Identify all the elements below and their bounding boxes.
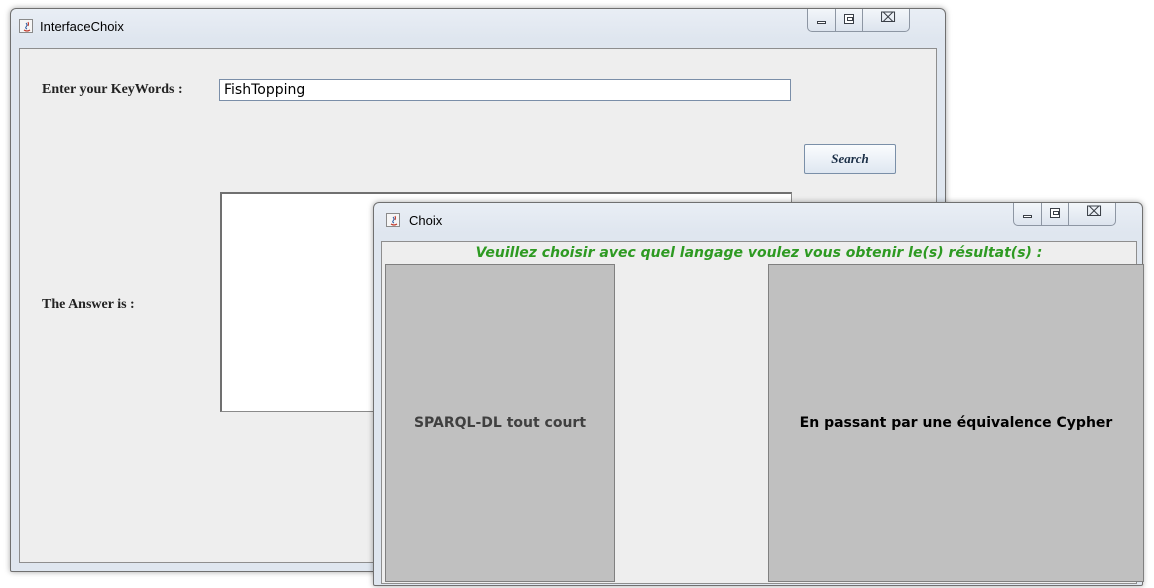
close-button[interactable]: ⌧ — [1069, 203, 1115, 225]
answer-label: The Answer is : — [42, 297, 135, 312]
minimize-icon — [817, 21, 826, 24]
close-button[interactable]: ⌧ — [863, 9, 909, 31]
dialog-prompt: Veuillez choisir avec quel langage voule… — [381, 241, 1137, 265]
maximize-button[interactable] — [1042, 203, 1069, 225]
search-button[interactable]: Search — [804, 144, 896, 174]
minimize-icon — [1023, 215, 1032, 218]
maximize-icon — [1050, 208, 1060, 218]
close-icon: ⌧ — [1086, 204, 1103, 220]
java-app-icon — [386, 213, 400, 227]
dialog-titlebar[interactable]: Choix ⌧ — [374, 203, 1142, 237]
sparql-dl-button[interactable]: SPARQL-DL tout court — [385, 264, 615, 582]
dialog-window-controls: ⌧ — [1013, 203, 1116, 226]
keywords-input[interactable] — [219, 79, 791, 101]
choix-dialog: Choix ⌧ Veuillez choisir avec quel langa… — [373, 202, 1144, 586]
maximize-icon — [844, 14, 854, 24]
main-window-controls: ⌧ — [807, 9, 910, 32]
minimize-button[interactable] — [1014, 203, 1042, 225]
keywords-label: Enter your KeyWords : — [42, 82, 183, 97]
dialog-choice-panel: SPARQL-DL tout court En passant par une … — [381, 264, 1144, 584]
close-icon: ⌧ — [880, 10, 897, 26]
java-app-icon — [19, 19, 33, 33]
main-window-title: InterfaceChoix — [40, 19, 124, 34]
dialog-title: Choix — [409, 213, 443, 228]
cypher-equivalence-button[interactable]: En passant par une équivalence Cypher — [768, 264, 1144, 582]
minimize-button[interactable] — [808, 9, 836, 31]
maximize-button[interactable] — [836, 9, 863, 31]
main-titlebar[interactable]: InterfaceChoix ⌧ — [11, 9, 945, 43]
